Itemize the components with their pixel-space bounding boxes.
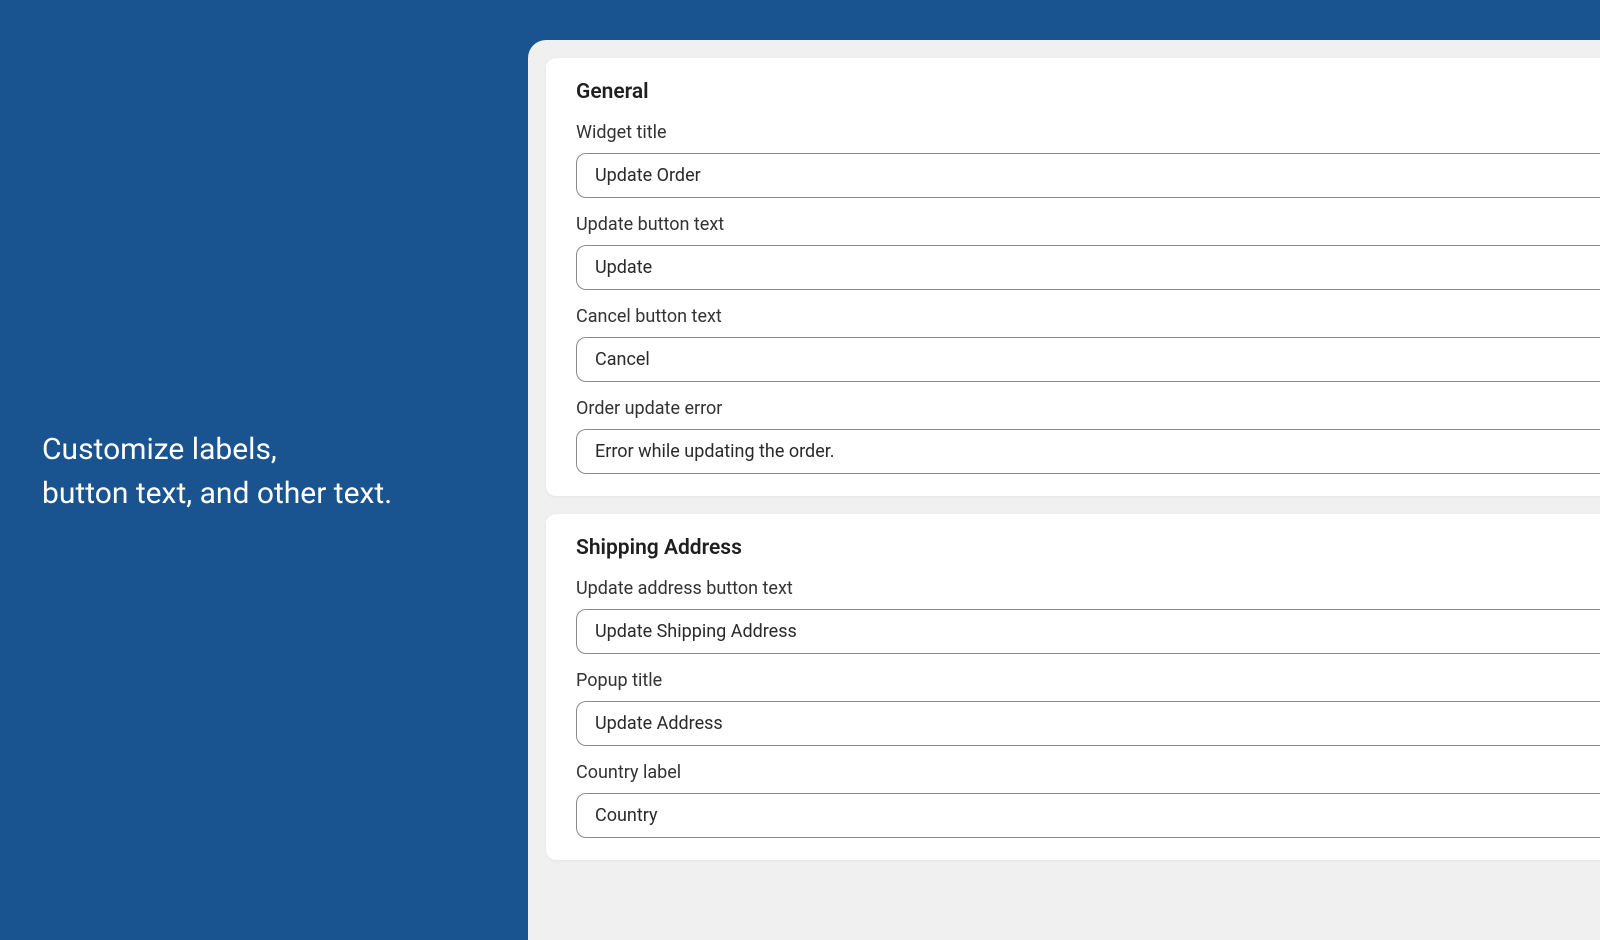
marketing-caption: Customize labels, button text, and other… <box>42 428 392 515</box>
update-address-button-text-group: Update address button text <box>576 578 1600 654</box>
update-address-button-text-label: Update address button text <box>576 578 1600 599</box>
popup-title-input[interactable] <box>576 701 1600 746</box>
country-label-group: Country label <box>576 762 1600 838</box>
popup-title-label: Popup title <box>576 670 1600 691</box>
settings-panel: General Widget title Update button text … <box>528 40 1600 940</box>
cancel-button-text-group: Cancel button text <box>576 306 1600 382</box>
update-button-text-input[interactable] <box>576 245 1600 290</box>
marketing-caption-line2: button text, and other text. <box>42 472 392 516</box>
order-update-error-input[interactable] <box>576 429 1600 474</box>
order-update-error-label: Order update error <box>576 398 1600 419</box>
widget-title-label: Widget title <box>576 122 1600 143</box>
cancel-button-text-label: Cancel button text <box>576 306 1600 327</box>
shipping-address-section: Shipping Address Update address button t… <box>546 514 1600 860</box>
update-button-text-label: Update button text <box>576 214 1600 235</box>
cancel-button-text-input[interactable] <box>576 337 1600 382</box>
general-section: General Widget title Update button text … <box>546 58 1600 496</box>
popup-title-group: Popup title <box>576 670 1600 746</box>
general-section-title: General <box>576 80 1600 104</box>
country-label-label: Country label <box>576 762 1600 783</box>
update-button-text-group: Update button text <box>576 214 1600 290</box>
order-update-error-group: Order update error <box>576 398 1600 474</box>
country-label-input[interactable] <box>576 793 1600 838</box>
shipping-address-section-title: Shipping Address <box>576 536 1600 560</box>
widget-title-group: Widget title <box>576 122 1600 198</box>
marketing-caption-line1: Customize labels, <box>42 428 392 472</box>
update-address-button-text-input[interactable] <box>576 609 1600 654</box>
widget-title-input[interactable] <box>576 153 1600 198</box>
